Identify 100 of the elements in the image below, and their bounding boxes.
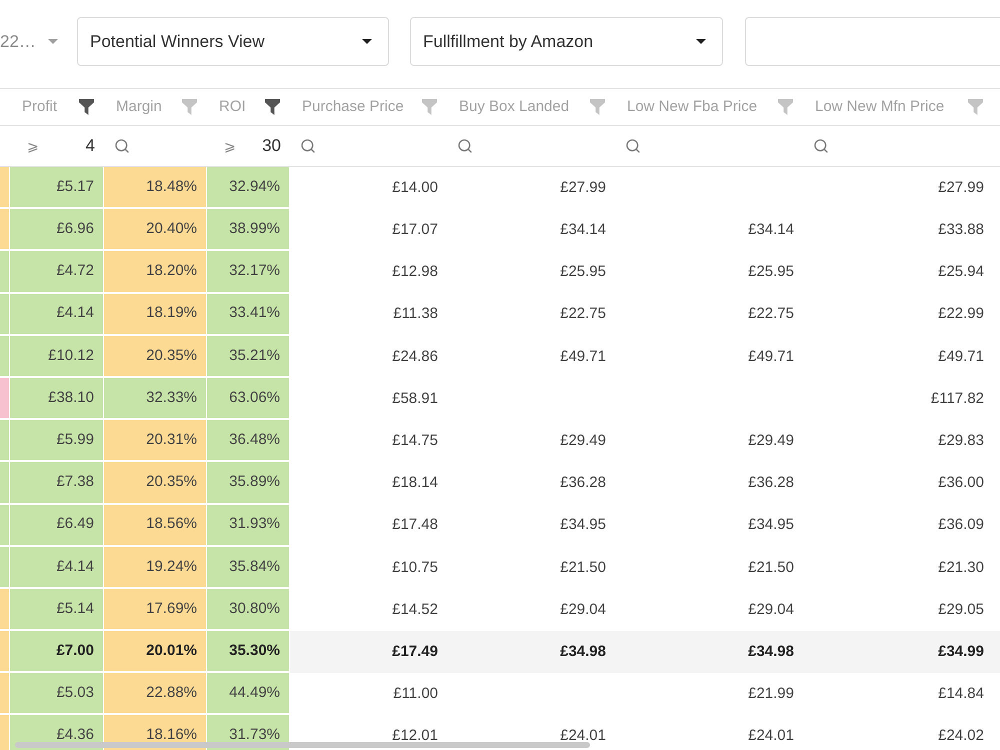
table-cell-text: £21.50 — [559, 558, 607, 578]
table-cell: 35.89% — [207, 462, 290, 504]
table-cell-text: £34.95 — [747, 515, 795, 536]
table-cell: 18.20% — [104, 251, 207, 294]
table-cell: 22.88% — [104, 673, 207, 716]
table-cell-text: £34.14 — [747, 220, 795, 240]
dropdown[interactable]: Fullfillment by Amazon — [410, 17, 723, 66]
table-cell: £4.72 — [10, 251, 104, 294]
table-cell: 20.31% — [104, 420, 207, 462]
search-icon — [813, 138, 829, 154]
table-cell: 18.56% — [104, 504, 207, 547]
caret-icon — [362, 39, 372, 44]
table-cell-text: £34.14 — [559, 220, 607, 240]
table-cell-text: £34.98 — [559, 642, 607, 662]
table-cell-text: £14.84 — [937, 684, 985, 704]
filter-field[interactable]: ⩾ 4 — [10, 126, 104, 166]
table-cell: 20.40% — [104, 209, 207, 252]
table-cell-text: £10.75 — [391, 558, 439, 578]
operator-symbol[interactable]: ⩾ — [224, 136, 236, 156]
table-cell: 36.48% — [207, 420, 290, 462]
table-cell-text: £34.99 — [937, 642, 985, 662]
table-cell-text: £22.75 — [559, 304, 607, 324]
caret-icon — [48, 39, 58, 44]
table-cell-text: £17.07 — [391, 220, 439, 240]
table-cell-text: £24.01 — [559, 726, 607, 746]
table-cell-text: £21.30 — [937, 558, 985, 578]
table-cell-text: £24.01 — [747, 726, 795, 746]
table-cell-text: £34.95 — [559, 515, 607, 536]
table-cell-text: £11.00 — [392, 684, 439, 704]
operator-symbol[interactable]: ⩾ — [27, 136, 39, 156]
table-cell-text: £36.28 — [559, 473, 607, 494]
table-cell: 38.99% — [207, 209, 290, 252]
table-cell-text: £29.49 — [559, 430, 607, 451]
table-cell: £7.00 — [10, 631, 104, 674]
table-cell-text: £17.48 — [391, 515, 439, 536]
table-cell: 32.33% — [104, 378, 207, 420]
horizontal-scrollbar[interactable] — [15, 742, 590, 748]
table-cell-text: £24.86 — [391, 346, 439, 367]
caret-icon — [696, 39, 706, 44]
table-cell-text: £36.00 — [937, 473, 985, 494]
table-cell: 19.24% — [104, 546, 207, 589]
table-cell-text: £36.09 — [937, 515, 985, 536]
table-cell-text: £36.28 — [747, 473, 795, 494]
table-cell: 30.80% — [207, 588, 290, 632]
table-cell: £6.96 — [10, 209, 104, 252]
input-field[interactable] — [745, 17, 1000, 66]
table-cell-text: £22.75 — [747, 304, 795, 324]
table-cell-text: £49.71 — [747, 346, 795, 367]
table-cell: 33.41% — [207, 294, 290, 336]
table-cell-text: £117.82 — [930, 388, 985, 409]
table-cell-text: £29.05 — [937, 600, 985, 620]
table-cell: 32.94% — [207, 167, 290, 210]
table-cell-text: £21.99 — [747, 684, 795, 704]
table-cell: £4.14 — [10, 546, 104, 589]
table-cell-text: £14.52 — [391, 600, 439, 620]
table-cell: 63.06% — [207, 378, 290, 420]
table-cell: 18.48% — [104, 167, 207, 210]
table-cell-text: £49.71 — [559, 346, 607, 367]
filter-icon[interactable] — [79, 99, 94, 115]
table-cell: 20.01% — [104, 631, 207, 674]
table-cell: 17.69% — [104, 588, 207, 632]
table-cell: 35.21% — [207, 336, 290, 378]
table-cell-text: £58.91 — [391, 388, 439, 409]
table-cell-text: £22.99 — [937, 304, 985, 324]
table-cell: £10.12 — [10, 336, 104, 378]
table-cell-text: £29.04 — [747, 600, 795, 620]
filter-icon[interactable] — [265, 99, 280, 115]
table-cell: 32.17% — [207, 251, 290, 294]
table-cell: 44.49% — [207, 673, 290, 716]
table-cell-text: £27.99 — [937, 178, 985, 198]
table-cell: 20.35% — [104, 462, 207, 504]
table-cell-text: £25.95 — [559, 262, 607, 282]
table-cell: 20.35% — [104, 336, 207, 378]
table-cell: £6.49 — [10, 504, 104, 547]
dropdown[interactable]: Potential Winners View — [77, 17, 389, 66]
table-cell: £7.38 — [10, 462, 104, 504]
table-cell: £5.14 — [10, 588, 104, 632]
filter-field[interactable]: ⩾ 30 — [207, 126, 290, 166]
search-icon — [114, 138, 130, 154]
table-cell-text: £11.38 — [392, 304, 439, 324]
table-cell: £5.17 — [10, 167, 104, 210]
table-cell-text: £25.94 — [937, 262, 985, 282]
table-cell-text: £14.75 — [391, 430, 439, 451]
table-cell-text: £12.01 — [391, 726, 439, 746]
table-cell-text: £33.88 — [937, 220, 985, 240]
table-cell-text: £34.98 — [747, 642, 795, 662]
table-cell: 35.84% — [207, 546, 290, 589]
table-cell-text: £18.14 — [391, 473, 439, 494]
table-cell-text: £14.00 — [391, 178, 439, 198]
table-cell-text: £12.98 — [391, 262, 439, 282]
table-row[interactable]: £7.00 20.01% 35.30% £17.49 £34.98 £34.98 £34.99 — [0, 631, 1000, 674]
table-cell: £5.03 — [10, 673, 104, 716]
table-cell-text: £27.99 — [559, 178, 607, 198]
table-cell: 35.30% — [207, 631, 290, 674]
table-cell: 18.19% — [104, 294, 207, 336]
table-cell: £5.99 — [10, 420, 104, 462]
table-cell: £4.14 — [10, 294, 104, 336]
table-cell-text: £24.02 — [937, 726, 985, 746]
table-cell-text: £17.49 — [391, 642, 439, 662]
table-cell-text: £25.95 — [747, 262, 795, 282]
